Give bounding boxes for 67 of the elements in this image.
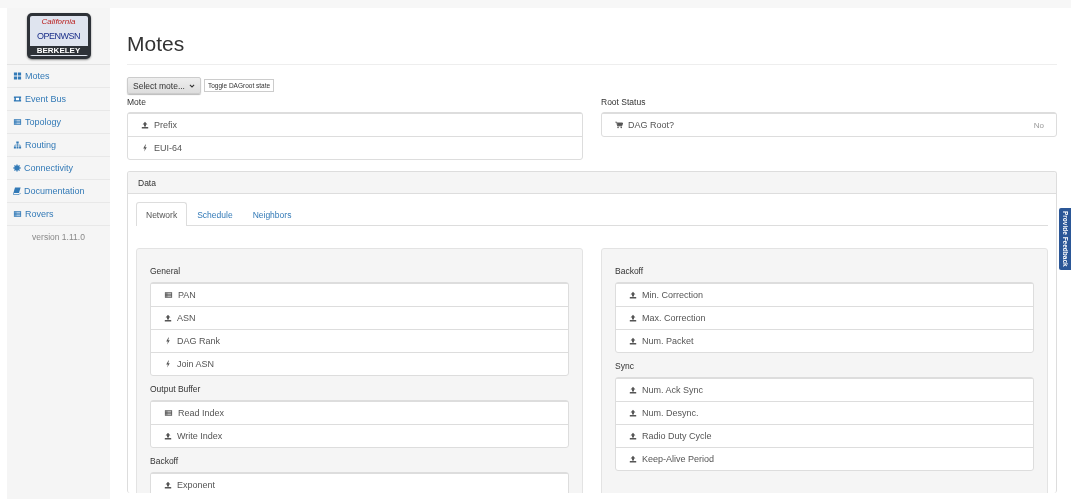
upload-icon (629, 386, 637, 394)
book-icon (13, 187, 21, 195)
page-title: Motes (127, 8, 1057, 65)
upload-icon (141, 121, 149, 129)
sitemap-icon (13, 141, 22, 149)
logo-script: California (41, 17, 76, 26)
item-value: No (1033, 120, 1044, 130)
bolt-icon (164, 360, 172, 368)
group-title: Backoff (615, 266, 645, 276)
group-title: Backoff (150, 456, 180, 466)
item-label: Exponent (177, 480, 217, 490)
nav-item[interactable]: Topology (7, 111, 110, 134)
section-label: Mote (127, 97, 147, 107)
group-title: General (150, 266, 182, 276)
bolt-icon (141, 144, 149, 152)
item-label: PAN (178, 290, 197, 300)
upload-icon (629, 432, 637, 440)
nav-item[interactable]: Rovers (7, 203, 110, 226)
item-label: Num. Desync. (642, 408, 700, 418)
tab[interactable]: Neighbors (242, 202, 302, 226)
list-icon (164, 409, 173, 417)
list-icon (164, 291, 173, 299)
item-label: EUI-64 (154, 143, 183, 153)
item-label: ASN (177, 313, 197, 323)
item-label: Max. Correction (642, 313, 707, 323)
item-label: Radio Duty Cycle (642, 431, 713, 441)
item-label: DAG Root? (628, 120, 676, 130)
section-label: Root Status (601, 97, 647, 107)
group-title: Sync (615, 361, 635, 371)
upload-icon (164, 481, 172, 489)
nav-item[interactable]: Motes (7, 65, 110, 88)
item-label: Prefix (154, 120, 178, 130)
asterisk-icon (13, 164, 21, 172)
item-label: Num. Packet (642, 336, 695, 346)
upload-icon (629, 337, 637, 345)
upload-icon (629, 409, 637, 417)
nav-item[interactable]: Event Bus (7, 88, 110, 111)
nav-item[interactable]: Connectivity (7, 157, 110, 180)
upload-icon (629, 291, 637, 299)
ticket-icon (13, 95, 22, 103)
item-label: Read Index (178, 408, 226, 418)
chevron-icon (188, 82, 195, 89)
item-label: Min. Correction (642, 290, 705, 300)
nav-item[interactable]: Documentation (7, 180, 110, 203)
group-title: Output Buffer (150, 384, 202, 394)
item-label: Write Index (177, 431, 224, 441)
tab[interactable]: Schedule (187, 202, 243, 226)
item-label: Keep-Alive Period (642, 454, 716, 464)
item-label: Num. Ack Sync (642, 385, 705, 395)
logo-name: OPENWSN (37, 31, 80, 41)
panel-heading: Data (128, 172, 1056, 194)
mote-select[interactable]: Select mote... (127, 77, 201, 94)
tab[interactable]: Network (136, 202, 188, 226)
upload-icon (164, 432, 172, 440)
bolt-icon (164, 337, 172, 345)
grid-icon (13, 72, 22, 80)
version-text: version 1.11.0 (31, 231, 86, 242)
item-label: Join ASN (177, 359, 216, 369)
item-label: DAG Rank (177, 336, 221, 346)
logo-city: BERKELEY (29, 46, 88, 55)
upload-icon (629, 455, 637, 463)
upload-icon (164, 314, 172, 322)
list-icon (13, 118, 22, 126)
upload-icon (629, 314, 637, 322)
cart-icon (615, 121, 623, 129)
list-icon (13, 210, 22, 218)
nav-item[interactable]: Routing (7, 134, 110, 157)
